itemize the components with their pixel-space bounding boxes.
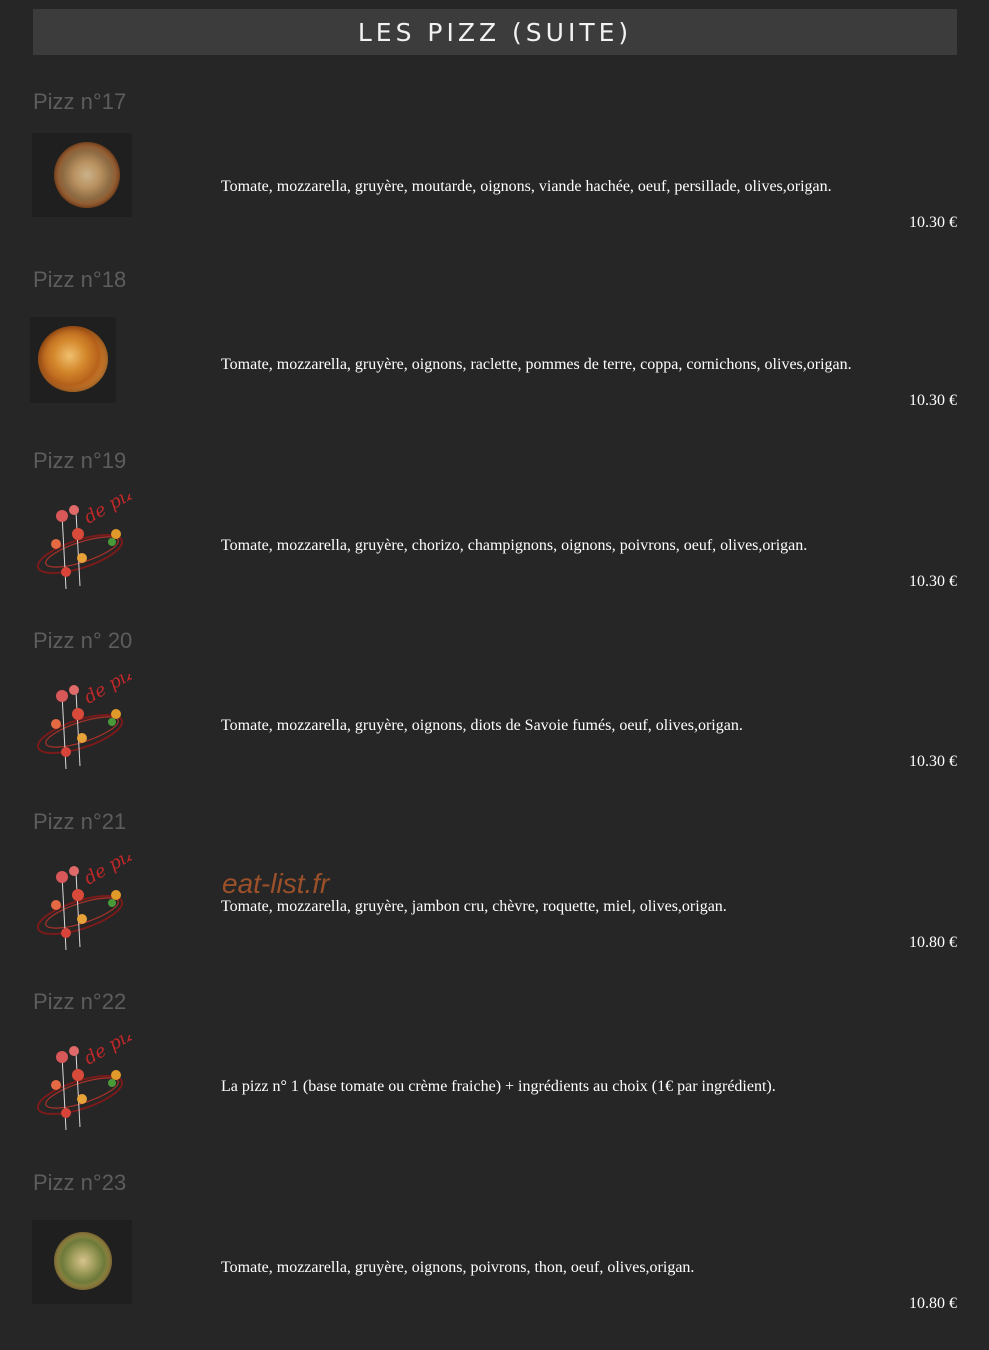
item-name: Pizz n°17: [33, 89, 127, 114]
item-description: Tomate, mozzarella, gruyère, chorizo, ch…: [221, 537, 808, 554]
watermark: eat-list.fr: [222, 868, 330, 899]
menu-item: Pizz n°19 de pizz' Tomate, mozzarella, g…: [0, 448, 989, 628]
pizza-image: [32, 1220, 132, 1304]
logo-icon: de pizz': [36, 855, 132, 951]
menu-item: Pizz n°18 Tomate, mozzarella, gruyère, o…: [0, 267, 989, 447]
item-name: Pizz n° 20: [33, 628, 133, 653]
item-price: 10.80 €: [909, 1295, 957, 1312]
svg-text:de pizz': de pizz': [81, 674, 132, 708]
item-description: Tomate, mozzarella, gruyère, oignons, po…: [221, 1259, 695, 1276]
restaurant-logo: de pizz': [32, 855, 132, 955]
item-price: 10.30 €: [909, 214, 957, 231]
item-price: 10.80 €: [909, 934, 957, 951]
menu-item: Pizz n°21 de pizz' Tomate, mozzarella, g…: [0, 809, 989, 989]
pizza-image: [32, 133, 132, 217]
item-name: Pizz n°18: [33, 267, 127, 292]
menu-item: Pizz n° 20 de pizz' Tomate, mozzarella, …: [0, 628, 989, 808]
item-description: Tomate, mozzarella, gruyère, oignons, ra…: [221, 356, 852, 373]
item-description: Tomate, mozzarella, gruyère, oignons, di…: [221, 717, 743, 734]
menu-item: Pizz n°17 Tomate, mozzarella, gruyère, m…: [0, 89, 989, 269]
svg-text:de pizz': de pizz': [81, 494, 132, 528]
pizza-image: [30, 317, 116, 403]
svg-text:de pizz': de pizz': [81, 1035, 132, 1069]
restaurant-logo: de pizz': [32, 1035, 132, 1135]
pizza-photo-icon: [38, 326, 108, 392]
item-description: Tomate, mozzarella, gruyère, moutarde, o…: [221, 178, 832, 195]
restaurant-logo: de pizz': [32, 494, 132, 594]
menu-item: Pizz n°22 de pizz' La pizz n° 1 (base to…: [0, 989, 989, 1169]
item-description: La pizz n° 1 (base tomate ou crème fraic…: [221, 1078, 776, 1095]
page-title: LES PIZZ (SUITE): [357, 17, 633, 47]
restaurant-logo: de pizz': [32, 674, 132, 774]
pizza-photo-icon: [54, 1232, 112, 1290]
section-header: LES PIZZ (SUITE): [33, 9, 957, 55]
logo-icon: de pizz': [36, 1035, 132, 1131]
item-price: 10.30 €: [909, 753, 957, 770]
menu-item: Pizz n°23 Tomate, mozzarella, gruyère, o…: [0, 1170, 989, 1350]
pizza-photo-icon: [54, 142, 120, 208]
item-price: 10.30 €: [909, 392, 957, 409]
logo-icon: de pizz': [36, 674, 132, 770]
item-name: Pizz n°22: [33, 989, 127, 1014]
item-name: Pizz n°23: [33, 1170, 127, 1195]
item-name: Pizz n°21: [33, 809, 127, 834]
item-description: Tomate, mozzarella, gruyère, jambon cru,…: [221, 898, 727, 915]
logo-icon: de pizz': [36, 494, 132, 590]
svg-text:de pizz': de pizz': [81, 855, 132, 889]
item-name: Pizz n°19: [33, 448, 127, 473]
item-price: 10.30 €: [909, 573, 957, 590]
